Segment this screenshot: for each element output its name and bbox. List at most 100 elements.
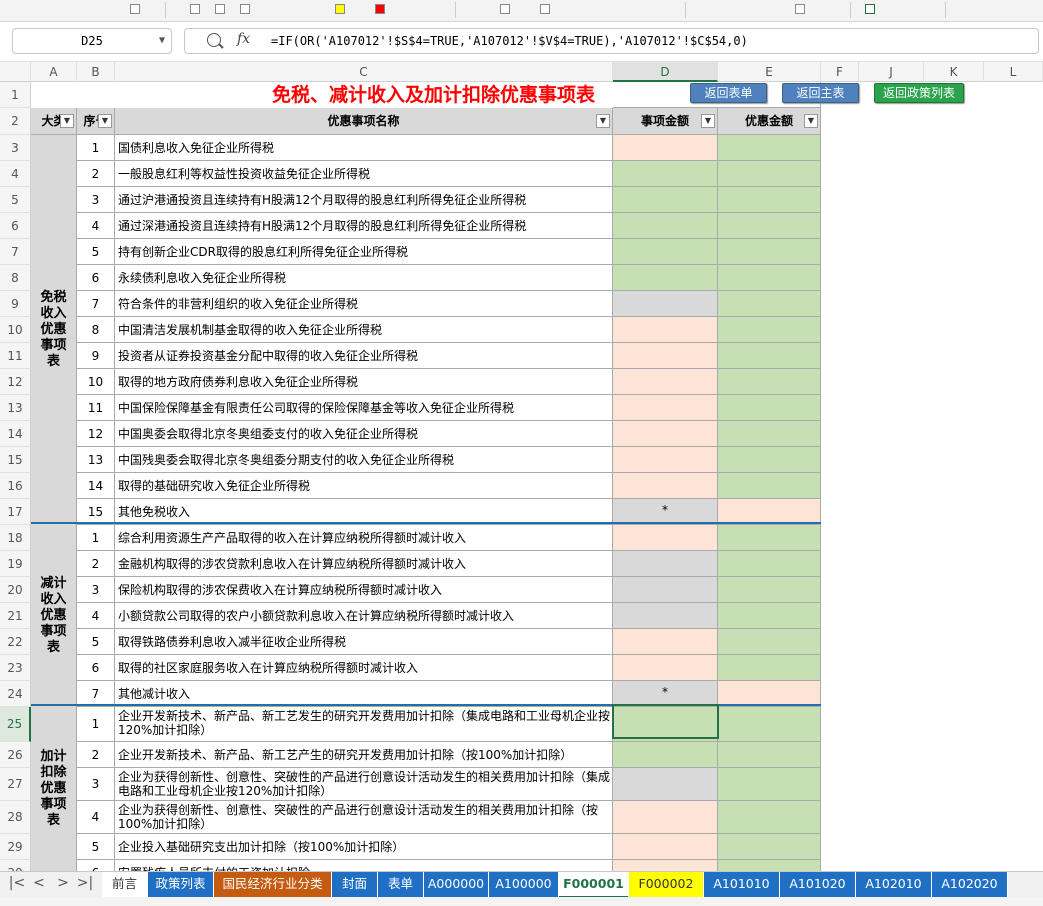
benefit-amount-cell[interactable] xyxy=(718,742,821,768)
tab-f000002[interactable]: F000002 xyxy=(629,872,704,897)
benefit-amount-cell[interactable] xyxy=(718,577,821,603)
item-number-cell[interactable]: 1 xyxy=(77,135,115,161)
return-policy-list-button[interactable]: 返回政策列表 xyxy=(874,83,964,103)
fill-color-icon[interactable] xyxy=(335,4,345,14)
item-amount-cell[interactable] xyxy=(613,265,718,291)
row-header[interactable]: 3 xyxy=(0,135,31,161)
item-name-cell[interactable]: 企业为获得创新性、创意性、突破性的产品进行创意设计活动发生的相关费用加计扣除（按… xyxy=(115,801,613,834)
first-sheet-icon[interactable]: |< xyxy=(6,875,28,891)
chevron-down-icon[interactable]: ▼ xyxy=(159,29,165,53)
benefit-amount-cell[interactable] xyxy=(718,629,821,655)
item-number-cell[interactable]: 1 xyxy=(77,707,115,742)
ribbon-control[interactable] xyxy=(540,4,550,14)
item-number-cell[interactable]: 8 xyxy=(77,317,115,343)
font-color-icon[interactable] xyxy=(375,4,385,14)
item-name-cell[interactable]: 企业开发新技术、新产品、新工艺产生的研究开发费用加计扣除（按100%加计扣除） xyxy=(115,742,613,768)
row-header[interactable]: 16 xyxy=(0,473,31,499)
benefit-amount-cell[interactable] xyxy=(718,395,821,421)
item-name-cell[interactable]: 中国清洁发展机制基金取得的收入免征企业所得税 xyxy=(115,317,613,343)
item-amount-cell[interactable] xyxy=(613,525,718,551)
item-name-cell[interactable]: 企业投入基础研究支出加计扣除（按100%加计扣除） xyxy=(115,834,613,860)
item-name-cell[interactable]: 取得的地方政府债券利息收入免征企业所得税 xyxy=(115,369,613,395)
benefit-amount-cell[interactable] xyxy=(718,135,821,161)
item-name-cell[interactable]: 保险机构取得的涉农保费收入在计算应纳税所得额时减计收入 xyxy=(115,577,613,603)
benefit-amount-cell[interactable] xyxy=(718,161,821,187)
ribbon-control[interactable] xyxy=(240,4,250,14)
row-header[interactable]: 15 xyxy=(0,447,31,473)
item-name-cell[interactable]: 国债利息收入免征企业所得税 xyxy=(115,135,613,161)
item-number-cell[interactable]: 4 xyxy=(77,801,115,834)
row-header[interactable]: 5 xyxy=(0,187,31,213)
row-header[interactable]: 29 xyxy=(0,834,31,860)
row-header[interactable]: 26 xyxy=(0,742,31,768)
tab-a102010[interactable]: A102010 xyxy=(856,872,932,897)
spreadsheet-grid[interactable]: ABCDEFJKL 1 2 3 4 5 6 7 8 9 10 11 12 13 14 15 16 17 18 19 2… xyxy=(0,62,1043,871)
item-amount-cell[interactable] xyxy=(613,834,718,860)
item-number-cell[interactable]: 3 xyxy=(77,768,115,801)
last-sheet-icon[interactable]: >| xyxy=(74,875,96,891)
ribbon-control[interactable] xyxy=(190,4,200,14)
item-number-cell[interactable]: 7 xyxy=(77,291,115,317)
row-header[interactable]: 22 xyxy=(0,629,31,655)
item-amount-cell[interactable] xyxy=(613,768,718,801)
tab-a000000[interactable]: A000000 xyxy=(424,872,489,897)
item-amount-cell[interactable] xyxy=(613,213,718,239)
tab-policy-list[interactable]: 政策列表 xyxy=(148,872,214,897)
row-header[interactable]: 13 xyxy=(0,395,31,421)
item-number-cell[interactable]: 2 xyxy=(77,161,115,187)
column-header[interactable]: J xyxy=(859,62,924,82)
row-header[interactable]: 19 xyxy=(0,551,31,577)
return-form-button[interactable]: 返回表单 xyxy=(690,83,767,103)
row-header[interactable]: 11 xyxy=(0,343,31,369)
filter-icon[interactable]: ▼ xyxy=(60,114,74,128)
benefit-amount-cell[interactable] xyxy=(718,213,821,239)
row-header[interactable]: 14 xyxy=(0,421,31,447)
item-name-cell[interactable]: 投资者从证券投资基金分配中取得的收入免征企业所得税 xyxy=(115,343,613,369)
item-number-cell[interactable]: 9 xyxy=(77,343,115,369)
item-name-cell[interactable]: 中国奥委会取得北京冬奥组委支付的收入免征企业所得税 xyxy=(115,421,613,447)
item-number-cell[interactable]: 4 xyxy=(77,213,115,239)
filter-icon[interactable]: ▼ xyxy=(804,114,818,128)
row-header[interactable]: 20 xyxy=(0,577,31,603)
item-name-cell[interactable]: 一般股息红利等权益性投资收益免征企业所得税 xyxy=(115,161,613,187)
item-amount-cell[interactable] xyxy=(613,742,718,768)
zoom-icon[interactable] xyxy=(207,33,221,47)
column-header[interactable]: D xyxy=(613,62,718,82)
filter-icon[interactable]: ▼ xyxy=(596,114,610,128)
benefit-amount-cell[interactable] xyxy=(718,187,821,213)
item-number-cell[interactable]: 4 xyxy=(77,603,115,629)
item-number-cell[interactable]: 14 xyxy=(77,473,115,499)
item-number-cell[interactable]: 13 xyxy=(77,447,115,473)
row-header[interactable]: 18 xyxy=(0,525,31,551)
benefit-amount-cell[interactable] xyxy=(718,768,821,801)
item-number-cell[interactable]: 10 xyxy=(77,369,115,395)
column-header[interactable]: A xyxy=(31,62,77,82)
row-header[interactable]: 30 xyxy=(0,860,31,871)
benefit-amount-cell[interactable] xyxy=(718,603,821,629)
benefit-amount-cell[interactable] xyxy=(718,317,821,343)
benefit-amount-cell[interactable] xyxy=(718,369,821,395)
item-name-cell[interactable]: 中国保险保障基金有限责任公司取得的保险保障基金等收入免征企业所得税 xyxy=(115,395,613,421)
tab-a101020[interactable]: A101020 xyxy=(780,872,856,897)
item-number-cell[interactable]: 11 xyxy=(77,395,115,421)
item-name-cell[interactable]: 通过沪港通投资且连续持有H股满12个月取得的股息红利所得免征企业所得税 xyxy=(115,187,613,213)
item-amount-cell[interactable] xyxy=(613,629,718,655)
ribbon-control[interactable] xyxy=(130,4,140,14)
tab-f000001[interactable]: F000001 xyxy=(559,872,629,897)
tab-a100000[interactable]: A100000 xyxy=(489,872,559,897)
column-header[interactable]: K xyxy=(924,62,984,82)
row-header[interactable]: 10 xyxy=(0,317,31,343)
column-header[interactable]: E xyxy=(718,62,821,82)
item-amount-cell[interactable] xyxy=(613,860,718,871)
row-header[interactable]: 8 xyxy=(0,265,31,291)
name-box[interactable]: D25 ▼ xyxy=(12,28,172,54)
return-main-button[interactable]: 返回主表 xyxy=(782,83,859,103)
benefit-amount-cell[interactable] xyxy=(718,655,821,681)
item-number-cell[interactable]: 5 xyxy=(77,629,115,655)
item-amount-cell[interactable] xyxy=(613,603,718,629)
benefit-amount-cell[interactable] xyxy=(718,860,821,871)
item-name-cell[interactable]: 通过深港通投资且连续持有H股满12个月取得的股息红利所得免征企业所得税 xyxy=(115,213,613,239)
formula-input[interactable]: fx =IF(OR('A107012'!$S$4=TRUE,'A107012'!… xyxy=(184,28,1039,54)
item-name-cell[interactable]: 持有创新企业CDR取得的股息红利所得免征企业所得税 xyxy=(115,239,613,265)
row-header[interactable]: 17 xyxy=(0,499,31,525)
